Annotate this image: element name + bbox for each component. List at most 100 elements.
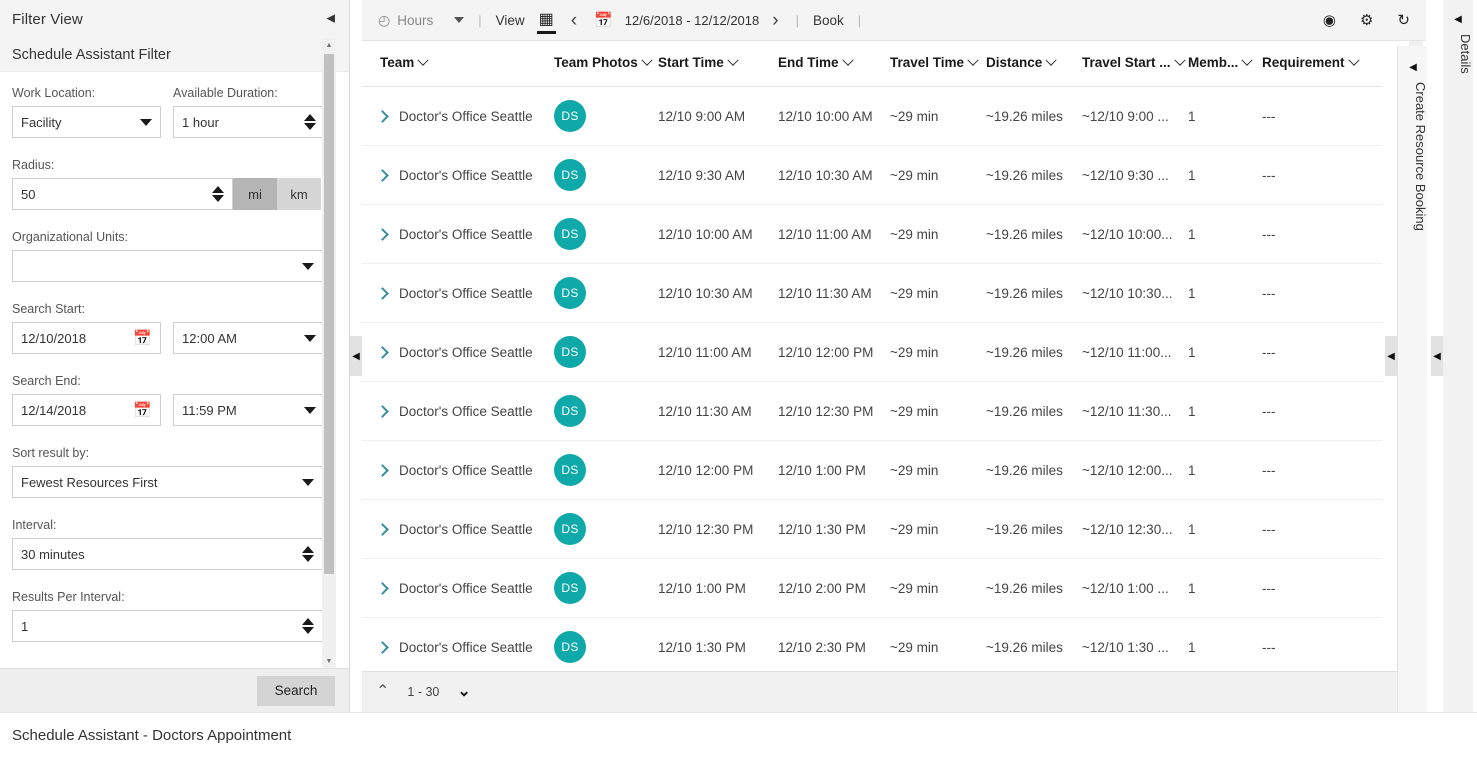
search-button[interactable]: Search: [257, 675, 335, 706]
row-expand-icon[interactable]: [376, 405, 389, 418]
row-expand-icon[interactable]: [376, 346, 389, 359]
eye-icon[interactable]: ◉: [1323, 13, 1336, 28]
expand-icon[interactable]: ◀: [1443, 14, 1473, 25]
unit-mi-button[interactable]: mi: [233, 178, 277, 210]
spinner-down-icon[interactable]: [212, 195, 224, 202]
spinner-down-icon[interactable]: [304, 123, 316, 130]
avatar[interactable]: DS: [554, 631, 586, 663]
table-row[interactable]: Doctor's Office Seattle DS 12/10 9:00 AM 12…: [362, 86, 1382, 146]
spinner-up-icon[interactable]: [304, 114, 316, 121]
details-collapse-handle[interactable]: ◀: [1431, 336, 1443, 376]
header-label: Distance: [986, 55, 1043, 70]
row-expand-icon[interactable]: [376, 169, 389, 182]
avatar[interactable]: DS: [554, 159, 586, 191]
refresh-icon[interactable]: ↻: [1397, 13, 1410, 28]
calendar-icon[interactable]: 📅: [133, 331, 152, 346]
search-start-date-input[interactable]: 12/10/2018 📅: [12, 322, 162, 354]
column-header-team[interactable]: Team: [362, 41, 554, 87]
avatar[interactable]: DS: [554, 336, 586, 368]
expand-icon[interactable]: ◀: [1398, 62, 1428, 73]
row-expand-icon[interactable]: [376, 523, 389, 536]
scroll-up-icon[interactable]: ▲: [322, 38, 336, 52]
row-expand-icon[interactable]: [376, 110, 389, 123]
cell-end-time: 12/10 1:30 PM: [778, 499, 890, 559]
table-row[interactable]: Doctor's Office Seattle DS 12/10 11:00 AM 1…: [362, 322, 1382, 382]
filter-panel-collapse-handle[interactable]: ◀: [350, 336, 362, 376]
grid-body: Doctor's Office Seattle DS 12/10 9:00 AM 12…: [362, 86, 1382, 671]
scroll-down-icon[interactable]: ▼: [322, 654, 336, 668]
row-expand-icon[interactable]: [376, 287, 389, 300]
spinner-up-icon[interactable]: [302, 618, 314, 625]
search-end-date-input[interactable]: 12/14/2018 📅: [12, 394, 162, 426]
date-range-label[interactable]: 12/6/2018 - 12/12/2018: [621, 13, 763, 28]
avatar[interactable]: DS: [554, 454, 586, 486]
row-expand-icon[interactable]: [376, 582, 389, 595]
column-header-distance[interactable]: Distance: [986, 41, 1082, 87]
available-duration-stepper[interactable]: 1 hour: [173, 106, 325, 138]
row-expand-icon[interactable]: [376, 464, 389, 477]
avatar[interactable]: DS: [554, 513, 586, 545]
table-row[interactable]: Doctor's Office Seattle DS 12/10 10:00 AM 1…: [362, 204, 1382, 264]
spinner-icon[interactable]: [304, 114, 316, 130]
calendar-icon[interactable]: 📅: [586, 13, 621, 28]
results-per-interval-stepper[interactable]: 1: [12, 610, 323, 642]
sort-result-by-select[interactable]: Fewest Resources First: [12, 466, 323, 498]
spinner-icon[interactable]: [302, 546, 314, 562]
table-row[interactable]: Doctor's Office Seattle DS 12/10 1:00 PM 12…: [362, 558, 1382, 618]
column-header-travel-start[interactable]: Travel Start ...: [1082, 41, 1188, 87]
interval-stepper[interactable]: 30 minutes: [12, 538, 323, 570]
avatar[interactable]: DS: [554, 100, 586, 132]
cell-team: Doctor's Office Seattle: [362, 263, 554, 323]
work-location-select[interactable]: Facility: [12, 106, 162, 138]
create-resource-booking-rail[interactable]: ◀ Create Resource Booking: [1397, 46, 1428, 712]
table-row[interactable]: Doctor's Office Seattle DS 12/10 11:30 AM 1…: [362, 381, 1382, 441]
search-end-time-select[interactable]: 11:59 PM: [173, 394, 325, 426]
column-header-travel-time[interactable]: Travel Time: [890, 41, 986, 87]
page-down-button[interactable]: ⌄: [457, 684, 470, 700]
cell-team-photo: DS: [554, 204, 658, 264]
details-rail[interactable]: ◀ Details: [1443, 0, 1473, 712]
hours-dropdown[interactable]: ◴ Hours: [372, 0, 470, 41]
spinner-up-icon[interactable]: [302, 546, 314, 553]
spinner-icon[interactable]: [302, 618, 314, 634]
column-header-requirement[interactable]: Requirement: [1262, 41, 1382, 87]
table-row[interactable]: Doctor's Office Seattle DS 12/10 10:30 AM 1…: [362, 263, 1382, 323]
table-row[interactable]: Doctor's Office Seattle DS 12/10 12:30 PM 1…: [362, 499, 1382, 559]
view-label[interactable]: View: [490, 0, 531, 41]
collapse-left-icon[interactable]: ◀: [327, 13, 335, 25]
column-header-end-time[interactable]: End Time: [778, 41, 890, 87]
avatar[interactable]: DS: [554, 218, 586, 250]
cell-start-time: 12/10 12:30 PM: [658, 499, 778, 559]
create-resource-booking-collapse-handle[interactable]: ◀: [1385, 336, 1397, 376]
table-row[interactable]: Doctor's Office Seattle DS 12/10 1:30 PM 12…: [362, 617, 1382, 671]
team-name-label: Doctor's Office Seattle: [399, 167, 533, 183]
avatar[interactable]: DS: [554, 395, 586, 427]
organizational-units-select[interactable]: [12, 250, 323, 282]
cell-travel-time: ~29 min: [890, 499, 986, 559]
radius-spinner-icon[interactable]: [212, 186, 224, 202]
calendar-icon[interactable]: 📅: [133, 403, 152, 418]
avatar[interactable]: DS: [554, 277, 586, 309]
filter-panel-scrollbar[interactable]: ▲ ▼: [322, 38, 336, 668]
table-row[interactable]: Doctor's Office Seattle DS 12/10 12:00 PM 1…: [362, 440, 1382, 500]
row-expand-icon[interactable]: [376, 228, 389, 241]
gear-icon[interactable]: ⚙: [1360, 13, 1373, 28]
avatar[interactable]: DS: [554, 572, 586, 604]
scrollbar-thumb[interactable]: [324, 54, 334, 574]
spinner-up-icon[interactable]: [212, 186, 224, 193]
grid-view-button[interactable]: ▦: [531, 0, 562, 41]
spinner-down-icon[interactable]: [302, 555, 314, 562]
column-header-start-time[interactable]: Start Time: [658, 41, 778, 87]
page-up-button[interactable]: ⌃: [376, 684, 389, 700]
column-header-team-photos[interactable]: Team Photos: [554, 41, 658, 87]
spinner-down-icon[interactable]: [302, 627, 314, 634]
book-button[interactable]: Book: [807, 0, 850, 41]
table-row[interactable]: Doctor's Office Seattle DS 12/10 9:30 AM 12…: [362, 145, 1382, 205]
column-header-members[interactable]: Memb...: [1188, 41, 1262, 87]
search-start-time-select[interactable]: 12:00 AM: [173, 322, 325, 354]
next-period-button[interactable]: ›: [763, 11, 787, 30]
unit-km-button[interactable]: km: [277, 178, 321, 210]
radius-input[interactable]: 50: [12, 178, 233, 210]
row-expand-icon[interactable]: [376, 641, 389, 654]
previous-period-button[interactable]: ‹: [562, 11, 586, 30]
